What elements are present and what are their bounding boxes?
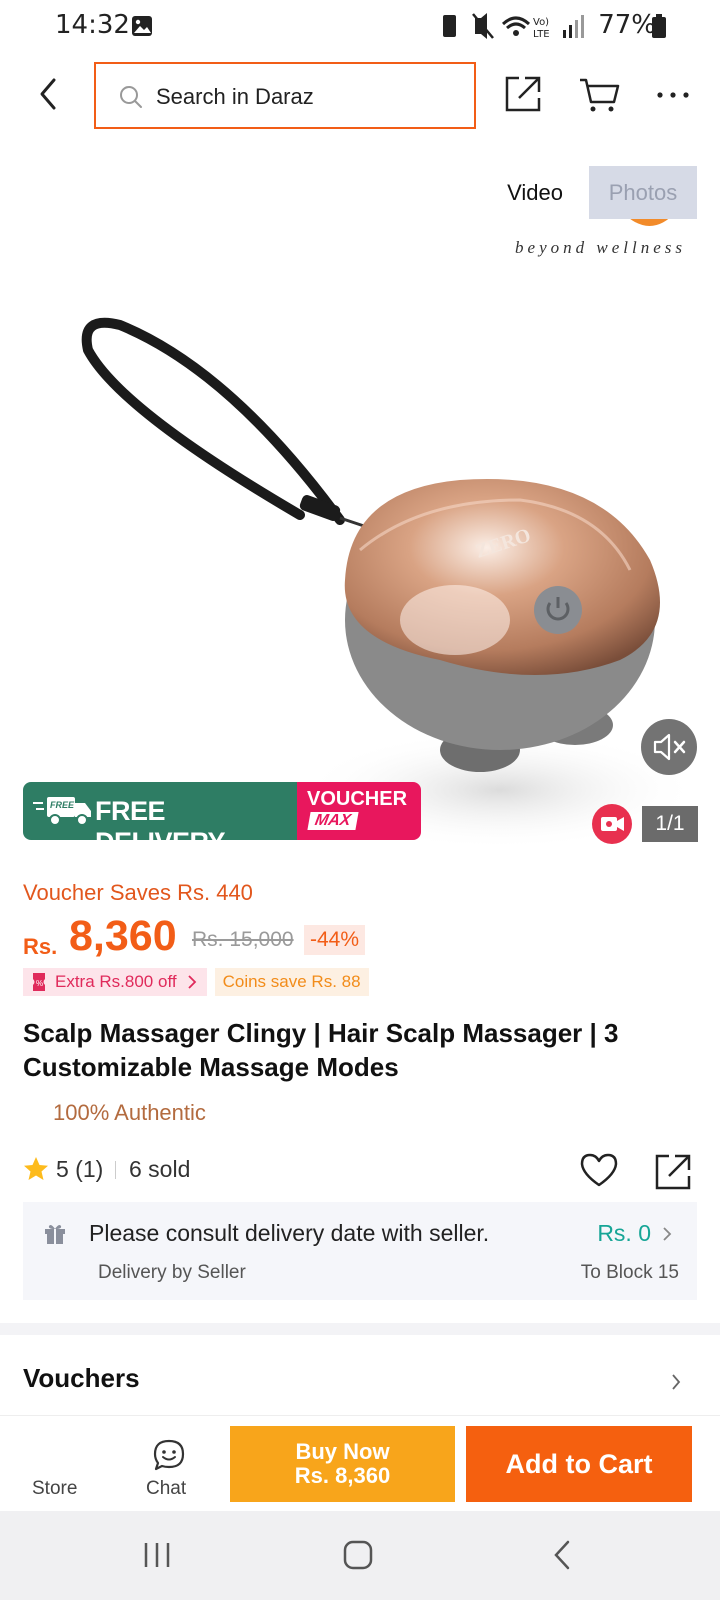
recent-apps-icon[interactable] [142, 1541, 172, 1569]
battery-icon [652, 14, 666, 38]
delivery-info[interactable]: Please consult delivery date with seller… [23, 1202, 697, 1300]
chat-icon [153, 1439, 185, 1471]
delivery-truck-icon: FREE [33, 797, 91, 826]
video-indicator[interactable] [592, 804, 632, 844]
discount-badge: -44% [304, 925, 366, 955]
product-media[interactable]: ZERO Video Photos beyond wellness FREE F… [0, 150, 720, 862]
buy-now-button[interactable]: Buy Now Rs. 8,360 [230, 1426, 455, 1502]
cart-icon[interactable] [578, 74, 620, 114]
status-icons: Vo) LTE [443, 13, 584, 40]
delivery-destination: To Block 15 [580, 1262, 679, 1283]
free-delivery-badge: FREE FREE DELIVERY [23, 782, 297, 840]
back-icon[interactable] [30, 72, 70, 116]
media-counter: 1/1 [642, 806, 698, 842]
chevron-right-icon [672, 1374, 681, 1390]
price-row: Rs. 8,360 Rs. 15,000 -44% [23, 912, 703, 962]
search-input[interactable]: Search in Daraz [94, 62, 476, 129]
search-icon [120, 86, 142, 108]
delivery-fee: Rs. 0 [597, 1220, 651, 1246]
voucher-text: VOUCHER [307, 788, 408, 810]
chat-button[interactable]: Chat [140, 1416, 200, 1512]
gift-icon [45, 1225, 65, 1244]
video-icon [601, 817, 624, 831]
share-icon[interactable] [653, 1152, 693, 1192]
extra-off-text: Extra Rs.800 off [55, 972, 177, 991]
chevron-right-icon [187, 975, 196, 989]
buy-now-price: Rs. 8,360 [294, 1463, 391, 1488]
status-bar: 14:32 Vo) LTE 77% [0, 0, 720, 52]
tab-photos[interactable]: Photos [589, 166, 697, 219]
original-price: Rs. 15,000 [192, 928, 294, 951]
rating-row: 5 (1) 6 sold [23, 1152, 703, 1190]
vouchers-title: Vouchers [23, 1363, 140, 1393]
store-button[interactable]: Store [22, 1416, 88, 1512]
home-icon[interactable] [343, 1540, 373, 1570]
offer-chips: % Extra Rs.800 off Coins save Rs. 88 [23, 968, 369, 998]
section-divider [0, 1323, 720, 1335]
status-time: 14:32 [55, 10, 130, 40]
rating-text[interactable]: 5 (1) [56, 1156, 103, 1183]
action-bar: Store Chat Buy Now Rs. 8,360 Add to Cart [0, 1415, 720, 1511]
system-back-icon[interactable] [552, 1539, 572, 1571]
chevron-right-icon [663, 1227, 672, 1241]
search-placeholder: Search in Daraz [156, 84, 314, 109]
mute-button[interactable] [641, 719, 697, 775]
svg-text:Vo): Vo) [533, 17, 549, 28]
more-icon[interactable] [656, 90, 690, 100]
vouchers-section[interactable]: Vouchers [0, 1335, 720, 1415]
system-nav-bar [0, 1511, 720, 1600]
delivery-by: Delivery by Seller [98, 1262, 246, 1283]
price-value: 8,360 [69, 912, 177, 960]
svg-text:%: % [36, 979, 43, 988]
store-label: Store [32, 1478, 78, 1499]
free-delivery-text: FREE DELIVERY [95, 796, 226, 840]
sold-count: 6 sold [129, 1156, 191, 1182]
promo-banner: FREE FREE DELIVERY VOUCHER MAX [23, 782, 421, 840]
svg-text:FREE: FREE [50, 800, 75, 810]
coins-text: Coins save Rs. 88 [222, 972, 361, 991]
tab-video[interactable]: Video [481, 166, 589, 219]
add-to-cart-button[interactable]: Add to Cart [466, 1426, 692, 1502]
svg-text:LTE: LTE [533, 29, 550, 40]
share-icon[interactable] [503, 74, 543, 114]
coins-chip: Coins save Rs. 88 [214, 968, 369, 996]
star-icon [24, 1157, 48, 1180]
extra-off-chip[interactable]: % Extra Rs.800 off [23, 968, 207, 996]
voucher-max-badge: VOUCHER MAX [297, 782, 421, 840]
divider [115, 1161, 116, 1179]
voucher-max-text: MAX [307, 812, 359, 830]
top-nav: Search in Daraz [0, 60, 720, 130]
authentic-label: 100% Authentic [53, 1100, 206, 1125]
delivery-message: Please consult delivery date with seller… [89, 1220, 490, 1246]
voucher-saves-text: Voucher Saves Rs. 440 [23, 880, 253, 905]
chat-label: Chat [146, 1478, 187, 1499]
image-notification-icon [132, 16, 152, 36]
price-currency: Rs. [23, 934, 58, 959]
media-tabs: Video Photos [481, 166, 697, 219]
product-title: Scalp Massager Clingy | Hair Scalp Massa… [23, 1018, 619, 1082]
heart-icon[interactable] [579, 1152, 619, 1188]
battery-percent: 77% [598, 10, 656, 40]
mute-icon [653, 733, 686, 761]
brand-tagline: beyond wellness [515, 238, 686, 257]
buy-now-label: Buy Now [295, 1439, 390, 1464]
voucher-ticket-icon: % [33, 973, 45, 991]
